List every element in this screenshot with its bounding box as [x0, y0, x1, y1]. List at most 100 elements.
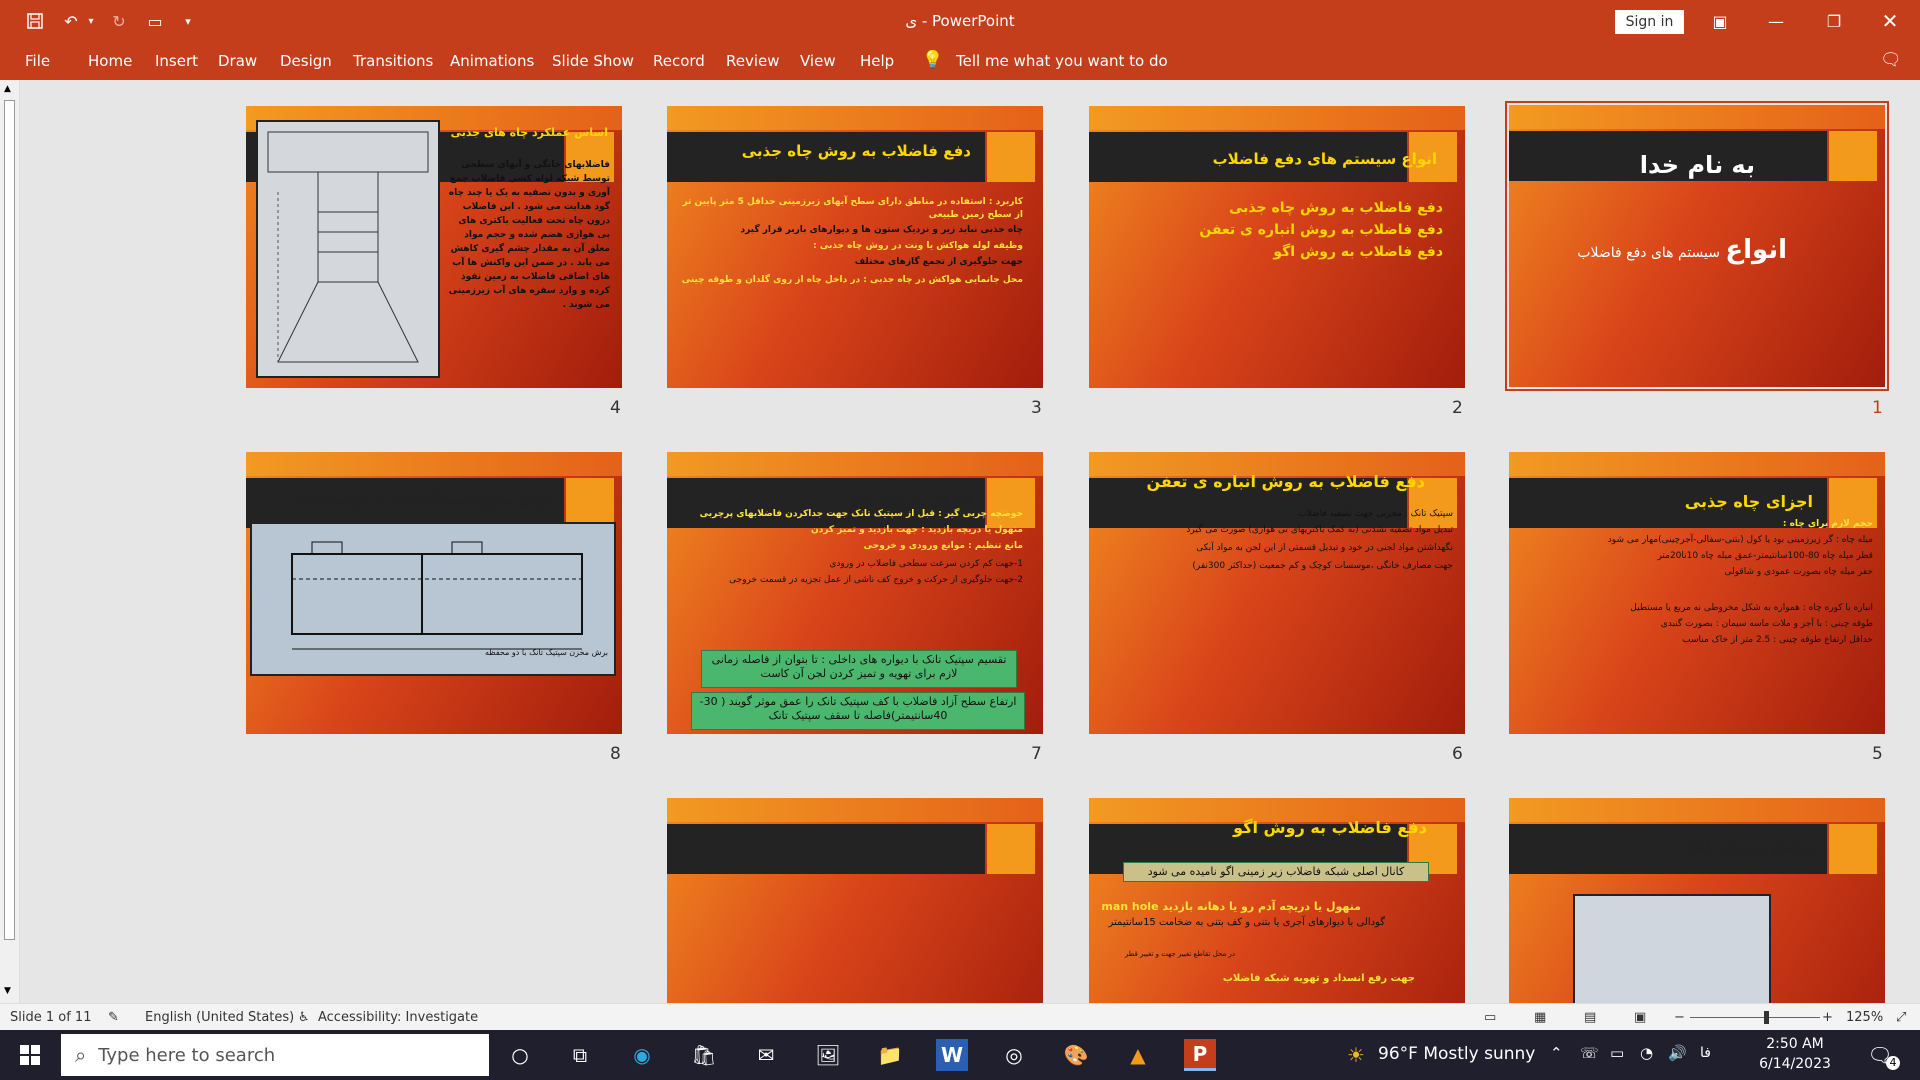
slide-subtitle: سیستم های دفع فاضلاب — [1577, 245, 1720, 261]
slide-show-icon[interactable]: ▣ — [1634, 1010, 1646, 1025]
tab-design[interactable]: Design — [280, 52, 332, 70]
tab-review[interactable]: Review — [726, 52, 780, 70]
comments-icon[interactable]: 🗨 — [1880, 50, 1902, 70]
tell-me-search[interactable]: Tell me what you want to do — [956, 52, 1168, 70]
slide-text: گودالی با دیوارهای آجری یا بتنی و کف بتن… — [1108, 917, 1386, 928]
slide-number: 2 — [1452, 398, 1463, 418]
well-diagram-image — [256, 120, 440, 378]
tab-draw[interactable]: Draw — [218, 52, 257, 70]
tab-help[interactable]: Help — [860, 52, 894, 70]
edge-icon[interactable]: ◉ — [626, 1039, 658, 1071]
ribbon-tabs: File Home Insert Draw Design Transitions… — [0, 42, 1920, 80]
store-icon[interactable]: 🛍 — [688, 1039, 720, 1071]
slide-strip — [1509, 105, 1885, 129]
slide-text: نگهداشتن مواد لجنی در خود و تبدیل قسمتی … — [1196, 543, 1453, 553]
slide-text: طوقه چینی : با آجر و ملات ماسه سیمان : ب… — [1660, 619, 1873, 629]
slide-text: منهول یا دریچه بازدید : جهت بازدید و تمی… — [811, 525, 1023, 535]
tab-insert[interactable]: Insert — [155, 52, 198, 70]
slide-accent — [566, 478, 614, 528]
ribbon-display-options-icon[interactable]: ▣ — [1700, 0, 1740, 42]
slide-thumbnail-11[interactable] — [667, 798, 1043, 1003]
slide-thumbnail-8[interactable]: برش مخزن سپتیک تانک با دو محفظه برش مخزن… — [246, 452, 622, 734]
lightbulb-icon: 💡 — [922, 50, 944, 70]
slide-thumbnail-3[interactable]: دفع فاضلاب به روش چاه جذبی کاربرد : استف… — [667, 106, 1043, 388]
slide-sorter-view: ▲ ▼ به نام خدا انواع سیستم های دفع فاضلا… — [0, 80, 1920, 1003]
tab-file[interactable]: File — [25, 52, 50, 70]
scroll-thumb[interactable] — [4, 100, 15, 940]
minimize-icon[interactable]: — — [1756, 0, 1796, 42]
photos-icon[interactable]: 🖼 — [812, 1039, 844, 1071]
wifi-icon[interactable]: ◔ — [1640, 1044, 1653, 1062]
cortana-icon[interactable]: ○ — [504, 1039, 536, 1071]
tab-slide-show[interactable]: Slide Show — [552, 52, 634, 70]
restore-icon[interactable]: ❐ — [1814, 0, 1854, 42]
mail-icon[interactable]: ✉ — [750, 1039, 782, 1071]
slide-title: برش مخزن سپتیک تانک با دو محفظه — [297, 492, 552, 508]
language-indicator[interactable]: English (United States) — [145, 1010, 294, 1025]
slide-thumbnail-7[interactable]: اجزای سپتیک تانک حوضچه چربی گیر : قبل از… — [667, 452, 1043, 734]
zoom-in-icon[interactable]: + — [1822, 1010, 1833, 1025]
tab-view[interactable]: View — [800, 52, 836, 70]
weather-text[interactable]: 96°F Mostly sunny — [1378, 1044, 1535, 1064]
slide-text: جهت رفع انسداد و تهویه شبکه فاضلاب — [1222, 973, 1415, 984]
slide-strip — [667, 106, 1043, 130]
weather-icon[interactable]: ☀ — [1340, 1039, 1372, 1071]
tab-animations[interactable]: Animations — [450, 52, 534, 70]
fit-to-window-icon[interactable]: ⤢ — [1896, 1010, 1906, 1025]
file-explorer-icon[interactable]: 📁 — [874, 1039, 906, 1071]
slide-thumbnail-5[interactable]: اجزای چاه جذبی حجم لازم برای چاه : میله … — [1509, 452, 1885, 734]
zoom-slider-thumb[interactable] — [1764, 1011, 1769, 1024]
network-icon[interactable]: ☏ — [1580, 1044, 1599, 1062]
slide-thumbnail-4[interactable]: اساس عملکرد چاه های جذبی فاضلابهای خانگی… — [246, 106, 622, 388]
slide-thumbnail-9[interactable]: مقطع سپتیک تانک — [1509, 798, 1885, 1003]
zoom-slider[interactable] — [1690, 1017, 1820, 1018]
slide-title: مقطع سپتیک تانک — [1685, 840, 1813, 856]
slide-sorter-icon[interactable]: ▦ — [1534, 1010, 1546, 1025]
accessibility-icon[interactable]: ♿ — [298, 1010, 310, 1025]
task-view-icon[interactable]: ⧉ — [564, 1039, 596, 1071]
slide-strip — [1509, 452, 1885, 476]
chrome-icon[interactable]: ◎ — [998, 1039, 1030, 1071]
slide-title: انواع سیستم های دفع فاضلاب — [1212, 150, 1437, 168]
word-icon[interactable]: W — [936, 1039, 968, 1071]
slide-subtitle-big: انواع — [1725, 235, 1787, 265]
paint-icon[interactable]: 🎨 — [1060, 1039, 1092, 1071]
input-language[interactable]: فا — [1700, 1045, 1711, 1061]
taskbar-search-input[interactable]: ⌕ Type here to search — [61, 1034, 489, 1076]
slide-thumbnail-10[interactable]: دفع فاضلاب به روش اگو کانال اصلی شبکه فا… — [1089, 798, 1465, 1003]
slide-title: دفع فاضلاب به روش انباره ی تعفن — [1146, 472, 1425, 491]
tab-record[interactable]: Record — [653, 52, 705, 70]
info-box: تقسیم سپتیک تانک با دیواره های داخلی : ت… — [701, 650, 1017, 688]
slide-thumbnail-6[interactable]: دفع فاضلاب به روش انباره ی تعفن سپتیک تا… — [1089, 452, 1465, 734]
vlc-icon[interactable]: ▲ — [1122, 1039, 1154, 1071]
search-icon: ⌕ — [75, 1043, 87, 1067]
zoom-level[interactable]: 125% — [1846, 1010, 1883, 1025]
image-caption: برش مخزن سپتیک تانک با دو محفظه — [485, 648, 608, 657]
septic-tank-section-image: برش مخزن سپتیک تانک با دو محفظه — [250, 522, 616, 676]
sign-in-button[interactable]: Sign in — [1615, 10, 1684, 34]
clock-date[interactable]: 6/14/2023 — [1752, 1056, 1838, 1072]
powerpoint-icon[interactable]: P — [1184, 1039, 1216, 1071]
tab-home[interactable]: Home — [88, 52, 132, 70]
volume-icon[interactable]: 🔊 — [1668, 1044, 1687, 1062]
close-icon[interactable]: ✕ — [1870, 0, 1910, 42]
slide-thumbnail-1[interactable]: به نام خدا انواع سیستم های دفع فاضلاب — [1505, 101, 1889, 391]
slide-text: 2-جهت جلوگیری از حرکت و خروج کف ناشی از … — [729, 575, 1023, 585]
notes-check-icon[interactable]: ✎ — [108, 1010, 119, 1025]
tab-transitions[interactable]: Transitions — [353, 52, 433, 70]
scroll-down-icon[interactable]: ▼ — [4, 986, 11, 996]
reading-view-icon[interactable]: ▤ — [1584, 1010, 1596, 1025]
battery-icon[interactable]: ▭ — [1610, 1044, 1624, 1062]
septic-tank-drawing-image — [1573, 894, 1771, 1003]
accessibility-status[interactable]: Accessibility: Investigate — [318, 1010, 478, 1025]
slide-strip — [667, 452, 1043, 476]
zoom-out-icon[interactable]: − — [1674, 1010, 1685, 1025]
normal-view-icon[interactable]: ▭ — [1484, 1010, 1496, 1025]
show-hidden-icons[interactable]: ⌃ — [1550, 1044, 1563, 1062]
slide-text: حداقل ارتفاع طوقه چینی : 2.5 متر از خاک … — [1682, 635, 1873, 645]
vertical-scrollbar[interactable]: ▲ ▼ — [0, 80, 20, 1003]
windows-start-icon[interactable] — [14, 1039, 46, 1071]
clock-time[interactable]: 2:50 AM — [1752, 1036, 1838, 1052]
scroll-up-icon[interactable]: ▲ — [4, 84, 11, 94]
slide-thumbnail-2[interactable]: انواع سیستم های دفع فاضلاب دفع فاضلاب به… — [1089, 106, 1465, 388]
